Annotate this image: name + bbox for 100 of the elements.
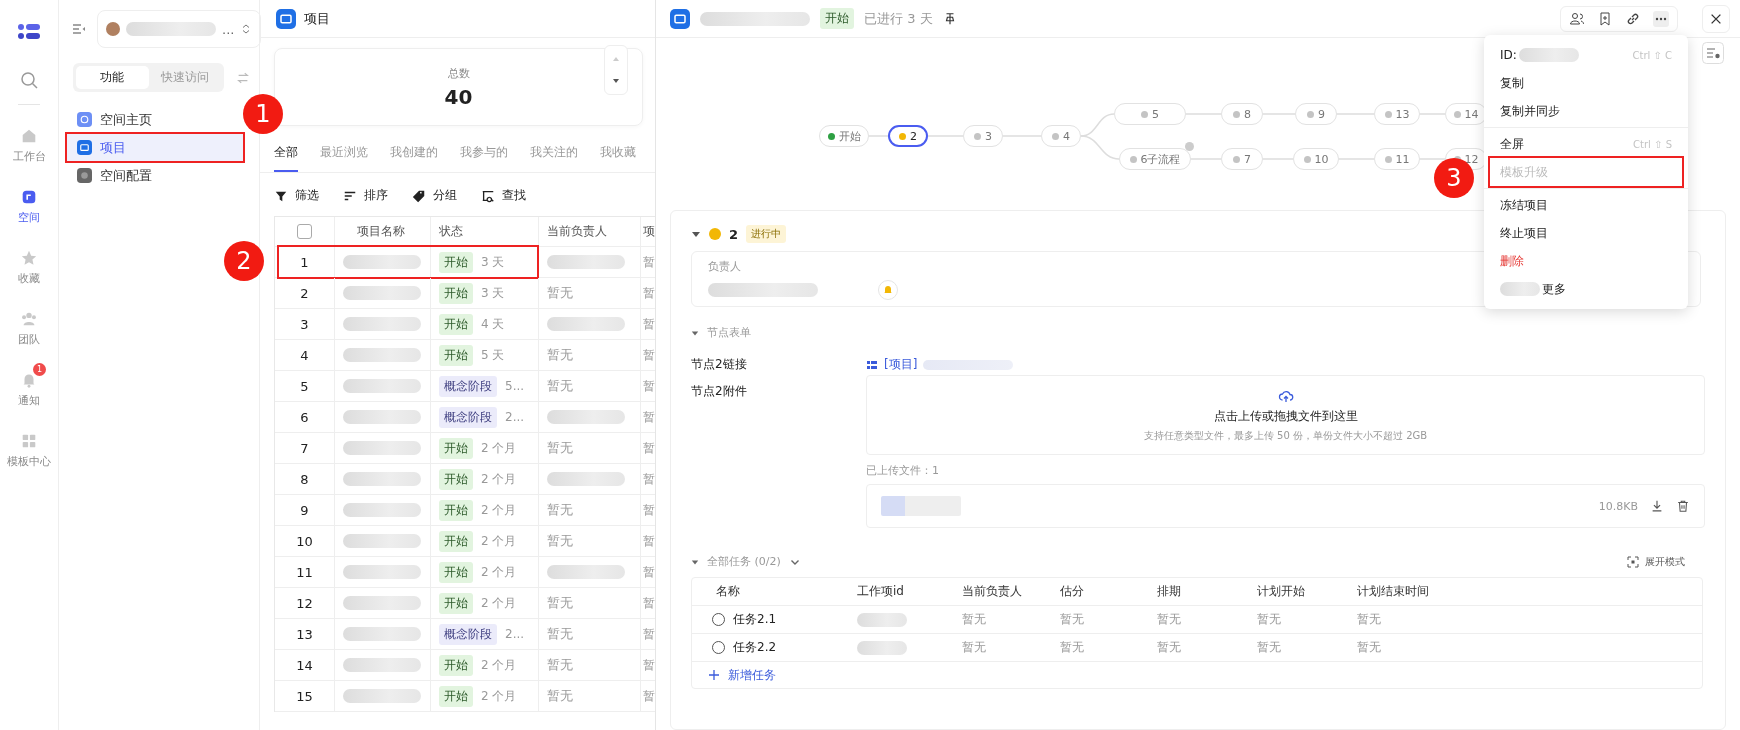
view-tab[interactable]: 最近浏览 — [320, 144, 368, 172]
duration-text: 2 个月 — [481, 439, 517, 457]
row-number: 5 — [275, 371, 335, 401]
table-cell-text: 暂无 — [1060, 639, 1085, 656]
flow-node[interactable]: 7 — [1221, 148, 1263, 170]
toolbar-button[interactable]: 分组 — [412, 187, 457, 204]
row-number: 15 — [275, 681, 335, 711]
segment-tab[interactable]: 功能 — [76, 66, 149, 89]
column-header: 状态 — [431, 217, 539, 246]
menu-item[interactable]: 冻结项目 — [1490, 191, 1682, 219]
status-tag: 开始 — [439, 685, 473, 707]
project-icon — [670, 8, 690, 29]
table-cell-text: 暂无 — [962, 611, 987, 628]
members-icon[interactable] — [1569, 10, 1585, 27]
trash-icon[interactable] — [1676, 499, 1690, 513]
view-tab[interactable]: 全部 — [274, 144, 298, 172]
rail-nav-item[interactable]: 模板中心 — [3, 424, 55, 469]
status-tag: 开始 — [439, 592, 473, 614]
space-selector[interactable]: ... — [97, 10, 262, 48]
flow-node[interactable]: 2 — [888, 125, 928, 147]
add-task-button[interactable]: 新增任务 — [692, 662, 776, 688]
menu-item[interactable]: 全屏 Ctrl ⇧ S — [1490, 130, 1682, 158]
more-icon[interactable] — [1653, 10, 1669, 27]
row-number: 14 — [275, 650, 335, 680]
caret-icon[interactable] — [691, 229, 701, 239]
rail-nav-item[interactable]: 工作台 — [8, 119, 50, 164]
upload-title: 点击上传或拖拽文件到这里 — [1213, 407, 1358, 425]
file-size: 10.8KB — [1598, 499, 1638, 513]
rail-nav-item[interactable]: 团队 — [14, 302, 44, 347]
menu-item[interactable]: 复制并同步 — [1490, 97, 1682, 125]
table-cell-text: 暂 — [642, 315, 655, 333]
flow-node[interactable]: 4 — [1041, 125, 1081, 147]
project-link[interactable]: [项目] — [884, 356, 918, 373]
upload-dropzone[interactable]: 点击上传或拖拽文件到这里 支持任意类型文件，最多上传 50 份，单份文件大小不超过 2GB — [866, 375, 1705, 455]
row-number: 8 — [275, 464, 335, 494]
flow-node[interactable]: 开始 — [819, 125, 869, 147]
sidebar-item[interactable]: 空间主页 — [67, 106, 243, 133]
table-cell-text: 暂无 — [962, 639, 987, 656]
row-number: 4 — [275, 340, 335, 370]
column-header: 项目名称 — [335, 217, 431, 246]
flow-node[interactable]: 8 — [1221, 103, 1263, 125]
row-number: 3 — [275, 309, 335, 339]
toolbar-button[interactable]: 查找 — [481, 187, 526, 204]
select-all-checkbox[interactable] — [297, 224, 312, 239]
step-marker: 2 — [224, 241, 264, 281]
duration-text: 2 个月 — [481, 501, 517, 519]
task-name[interactable]: 任务2.1 — [733, 611, 777, 628]
flow-node[interactable]: 13 — [1374, 103, 1420, 125]
toolbar-button[interactable]: 筛选 — [274, 187, 319, 204]
sidebar-item[interactable]: 项目 — [67, 134, 243, 161]
table-cell: 暂无 — [547, 656, 573, 674]
section-title: 节点表单 — [707, 325, 751, 340]
table-cell-text: 暂 — [642, 284, 655, 302]
caret-icon[interactable] — [691, 328, 699, 337]
flow-node[interactable]: 11 — [1374, 148, 1420, 170]
find-icon — [481, 188, 495, 203]
plus-icon — [708, 669, 720, 681]
flow-node[interactable]: 5 — [1114, 103, 1186, 125]
menu-item[interactable]: 终止项目 — [1490, 219, 1682, 247]
row-number: 1 — [275, 247, 335, 277]
settings-list-icon[interactable] — [1702, 42, 1724, 64]
status-tag: 开始 — [439, 654, 473, 676]
sidebar-item[interactable]: 空间配置 — [67, 162, 243, 189]
status-tag: 开始 — [439, 251, 473, 273]
team-icon — [20, 310, 38, 328]
menu-item[interactable]: 复制 — [1490, 69, 1682, 97]
rail-nav-item[interactable]: 1 通知 — [14, 363, 44, 408]
notification-badge: 1 — [33, 363, 46, 376]
row-number: 12 — [275, 588, 335, 618]
expand-mode-button[interactable]: 展开模式 — [1627, 554, 1685, 569]
status-tag: 概念阶段 — [439, 623, 497, 645]
caret-icon[interactable] — [691, 557, 699, 566]
flow-node[interactable]: 10 — [1293, 148, 1339, 170]
project-icon — [276, 8, 296, 29]
flow-node[interactable]: 9 — [1295, 103, 1337, 125]
state-tag: 进行中 — [746, 225, 787, 243]
segment-tab[interactable]: 快速访问 — [148, 66, 221, 89]
task-name[interactable]: 任务2.2 — [733, 639, 777, 656]
download-icon[interactable] — [1650, 499, 1664, 513]
flow-node[interactable]: 14 — [1445, 103, 1487, 125]
view-tab[interactable]: 我关注的 — [530, 144, 578, 172]
flow-node[interactable]: 6子流程 — [1119, 148, 1191, 170]
table-cell-text: 暂 — [642, 625, 655, 643]
redacted-text — [857, 640, 907, 655]
duration-text: 2 个月 — [481, 470, 517, 488]
view-tab[interactable]: 我收藏 — [600, 144, 636, 172]
bookmark-icon[interactable] — [1597, 10, 1613, 27]
row-number: 13 — [275, 619, 335, 649]
toolbar-button[interactable]: 排序 — [343, 187, 388, 204]
space-icon — [20, 188, 38, 206]
rail-nav-item[interactable]: 空间 — [14, 180, 44, 225]
status-tag: 开始 — [439, 344, 473, 366]
stat-value: 40 — [444, 84, 473, 109]
flow-node[interactable]: 3 — [963, 125, 1003, 147]
view-tab[interactable]: 我参与的 — [460, 144, 508, 172]
menu-item[interactable]: 更多 — [1490, 275, 1682, 303]
table-cell-text: 暂 — [642, 470, 655, 488]
view-tab[interactable]: 我创建的 — [390, 144, 438, 172]
search-icon[interactable] — [19, 70, 39, 90]
rail-nav-item[interactable]: 收藏 — [14, 241, 44, 286]
